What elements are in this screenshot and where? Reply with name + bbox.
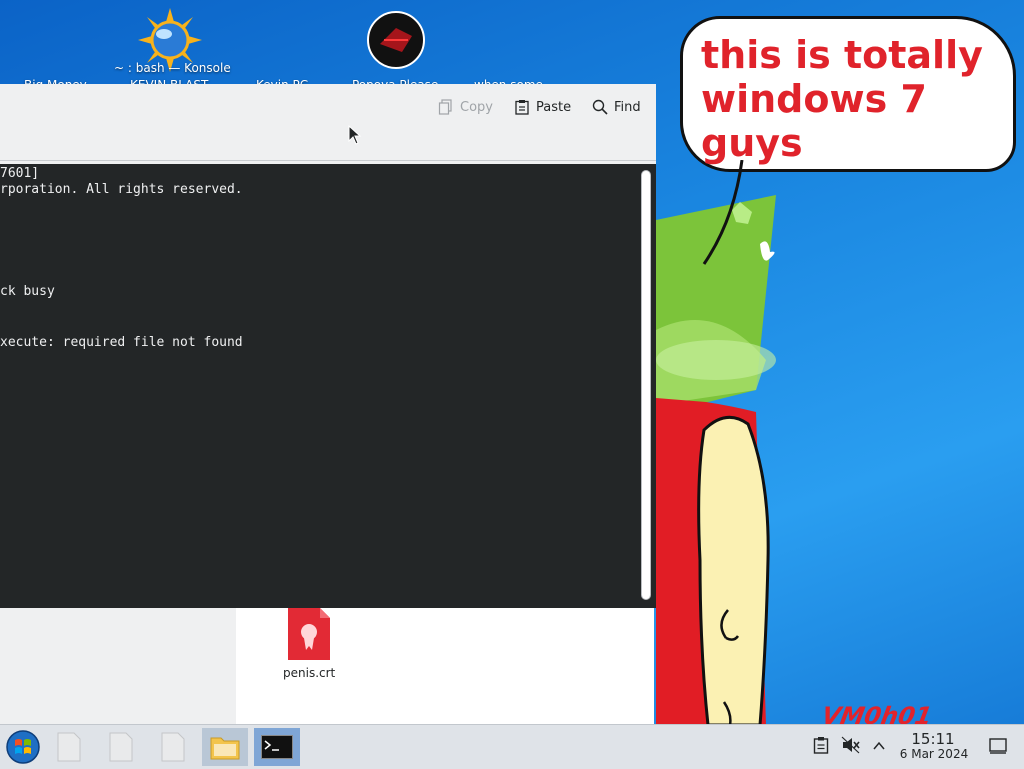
copy-icon [438, 99, 452, 115]
blank-document-icon [161, 732, 185, 762]
blank-document-icon [109, 732, 133, 762]
file-item-crt[interactable] [286, 608, 332, 664]
speech-bubble-line-1: this is totally [701, 33, 983, 77]
file-name-label[interactable]: penis.crt [283, 666, 335, 680]
taskbar-file-manager[interactable] [202, 728, 248, 766]
find-button[interactable]: Find [592, 96, 641, 118]
chevron-up-icon[interactable] [872, 739, 886, 753]
paste-icon [515, 100, 529, 115]
terminal-scrollbar[interactable] [641, 170, 651, 600]
windows-orb-icon [6, 730, 40, 764]
taskbar-blank-app-3[interactable] [150, 728, 196, 766]
taskbar [0, 724, 1024, 769]
terminal-line-1: 7601] [0, 166, 40, 181]
folder-icon [210, 737, 240, 760]
blank-document-icon [57, 732, 81, 762]
speech-bubble-line-2: windows 7 guys [701, 77, 927, 165]
volume-muted-icon[interactable] [841, 736, 861, 754]
mouse-cursor-icon [348, 125, 362, 145]
start-menu-button[interactable] [0, 728, 46, 766]
paste-label: Paste [536, 99, 572, 115]
terminal-output[interactable]: 7601] rporation. All rights reserved. ck… [0, 164, 656, 608]
clock-time[interactable]: 15:11 [910, 730, 956, 748]
taskbar-konsole[interactable] [254, 728, 300, 766]
terminal-line-2: rporation. All rights reserved. [0, 182, 243, 197]
terminal-icon [261, 735, 293, 759]
find-label: Find [614, 99, 641, 115]
konsole-toolbar: Copy Paste Find [0, 84, 656, 161]
clock-date[interactable]: 6 Mar 2024 [894, 747, 974, 761]
paste-button[interactable]: Paste [514, 96, 571, 118]
desktop-konsole-label[interactable]: ~ : bash — Konsole [114, 61, 231, 75]
search-icon [592, 99, 608, 115]
taskbar-blank-app-1[interactable] [46, 728, 92, 766]
clipboard-icon[interactable] [813, 736, 829, 754]
show-desktop-icon[interactable] [989, 738, 1007, 754]
copy-label: Copy [460, 99, 493, 115]
copy-button[interactable]: Copy [438, 96, 493, 118]
speech-bubble-tail [702, 160, 744, 265]
certificate-file-icon [288, 608, 330, 660]
taskbar-blank-app-2[interactable] [98, 728, 144, 766]
file-manager-sidebar [0, 608, 237, 724]
terminal-line-3: ck busy [0, 284, 55, 299]
speech-bubble-text: this is totally windows 7 guys [701, 33, 1001, 165]
red-black-logo-icon[interactable] [366, 10, 426, 74]
terminal-line-4: xecute: required file not found [0, 335, 243, 350]
konsole-window[interactable]: Copy Paste Find 7601] rporation. All rig… [0, 84, 656, 608]
speech-bubble: this is totally windows 7 guys [680, 16, 1016, 172]
